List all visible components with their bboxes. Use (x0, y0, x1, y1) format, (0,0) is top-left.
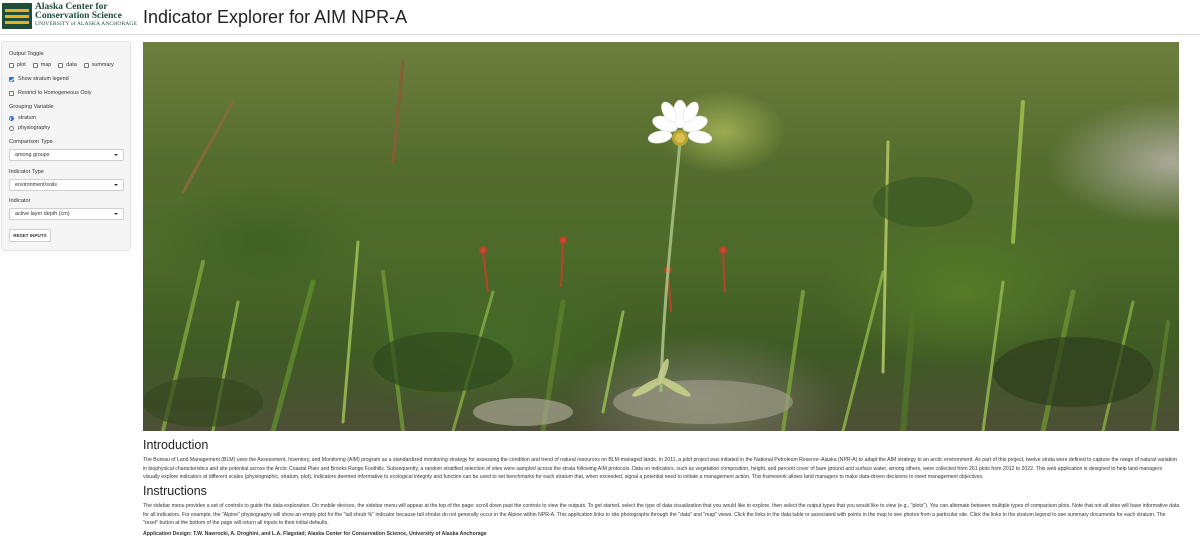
data-checkbox[interactable] (58, 62, 64, 68)
indicator-value: active layer depth (cm) (15, 211, 70, 217)
plot-checkbox-label: plot (17, 62, 26, 68)
application-credit: Application Design: T.W. Nawrocki, A. Dr… (143, 531, 487, 537)
logo-line-2: Conservation Science (35, 11, 122, 21)
indicator-label: Indicator (9, 198, 31, 204)
uaa-logo-icon (2, 3, 32, 29)
grouping-option-physiography[interactable]: physiography (9, 125, 50, 131)
map-checkbox[interactable] (32, 62, 38, 68)
app-header: Alaska Center for Conservation Science U… (0, 0, 1200, 35)
output-toggle-group: plot map data summary (9, 62, 114, 68)
output-toggle-summary[interactable]: summary (83, 62, 114, 68)
summary-checkbox-label: summary (91, 62, 114, 68)
instructions-heading: Instructions (143, 484, 207, 498)
introduction-heading: Introduction (143, 438, 209, 452)
restrict-homogeneous-label: Restrict to Homogeneous Only (18, 90, 92, 96)
reset-inputs-button[interactable]: RESET INPUTS (9, 229, 51, 242)
tundra-flower-photo (143, 42, 1179, 431)
instructions-text: The sidebar menu provides a set of contr… (143, 503, 1180, 526)
output-toggle-label: Output Toggle (9, 51, 44, 57)
restrict-homogeneous-checkbox[interactable] (9, 90, 14, 96)
chevron-down-icon (114, 184, 118, 186)
map-checkbox-label: map (40, 62, 52, 68)
physiography-radio-label: physiography (18, 125, 51, 131)
sidebar-panel: Output Toggle plot map data summary Show… (1, 41, 131, 251)
output-toggle-plot[interactable]: plot (9, 62, 26, 68)
comparison-type-value: among groups (15, 152, 50, 158)
introduction-text: The Bureau of Land Management (BLM) uses… (143, 457, 1177, 480)
output-toggle-map[interactable]: map (32, 62, 52, 68)
indicator-select[interactable]: active layer depth (cm) (9, 208, 124, 220)
page-title: Indicator Explorer for AIM NPR-A (143, 7, 408, 27)
comparison-type-label: Comparison Type (9, 139, 53, 145)
acc-logo[interactable]: Alaska Center for Conservation Science U… (2, 2, 137, 31)
show-legend-option[interactable]: Show stratum legend (9, 76, 69, 82)
stratum-radio[interactable] (9, 115, 14, 121)
summary-checkbox[interactable] (83, 62, 89, 68)
logo-line-3: UNIVERSITY of ALASKA ANCHORAGE (35, 21, 138, 27)
indicator-type-label: Indicator Type (9, 169, 45, 175)
indicator-type-select[interactable]: environment/soils (9, 179, 124, 191)
physiography-radio[interactable] (9, 125, 14, 131)
show-legend-label: Show stratum legend (18, 76, 69, 82)
stratum-radio-label: stratum (18, 115, 36, 121)
plot-checkbox[interactable] (9, 62, 14, 68)
grouping-variable-label: Grouping Variable (9, 104, 54, 110)
indicator-type-value: environment/soils (15, 182, 57, 188)
restrict-homogeneous-option[interactable]: Restrict to Homogeneous Only (9, 90, 91, 96)
chevron-down-icon (114, 213, 118, 215)
show-legend-checkbox[interactable] (9, 76, 14, 82)
output-toggle-data[interactable]: data (58, 62, 77, 68)
grouping-option-stratum[interactable]: stratum (9, 115, 36, 121)
comparison-type-select[interactable]: among groups (9, 149, 124, 161)
data-checkbox-label: data (66, 62, 77, 68)
photo-illustration (143, 60, 1170, 431)
chevron-down-icon (114, 154, 118, 156)
